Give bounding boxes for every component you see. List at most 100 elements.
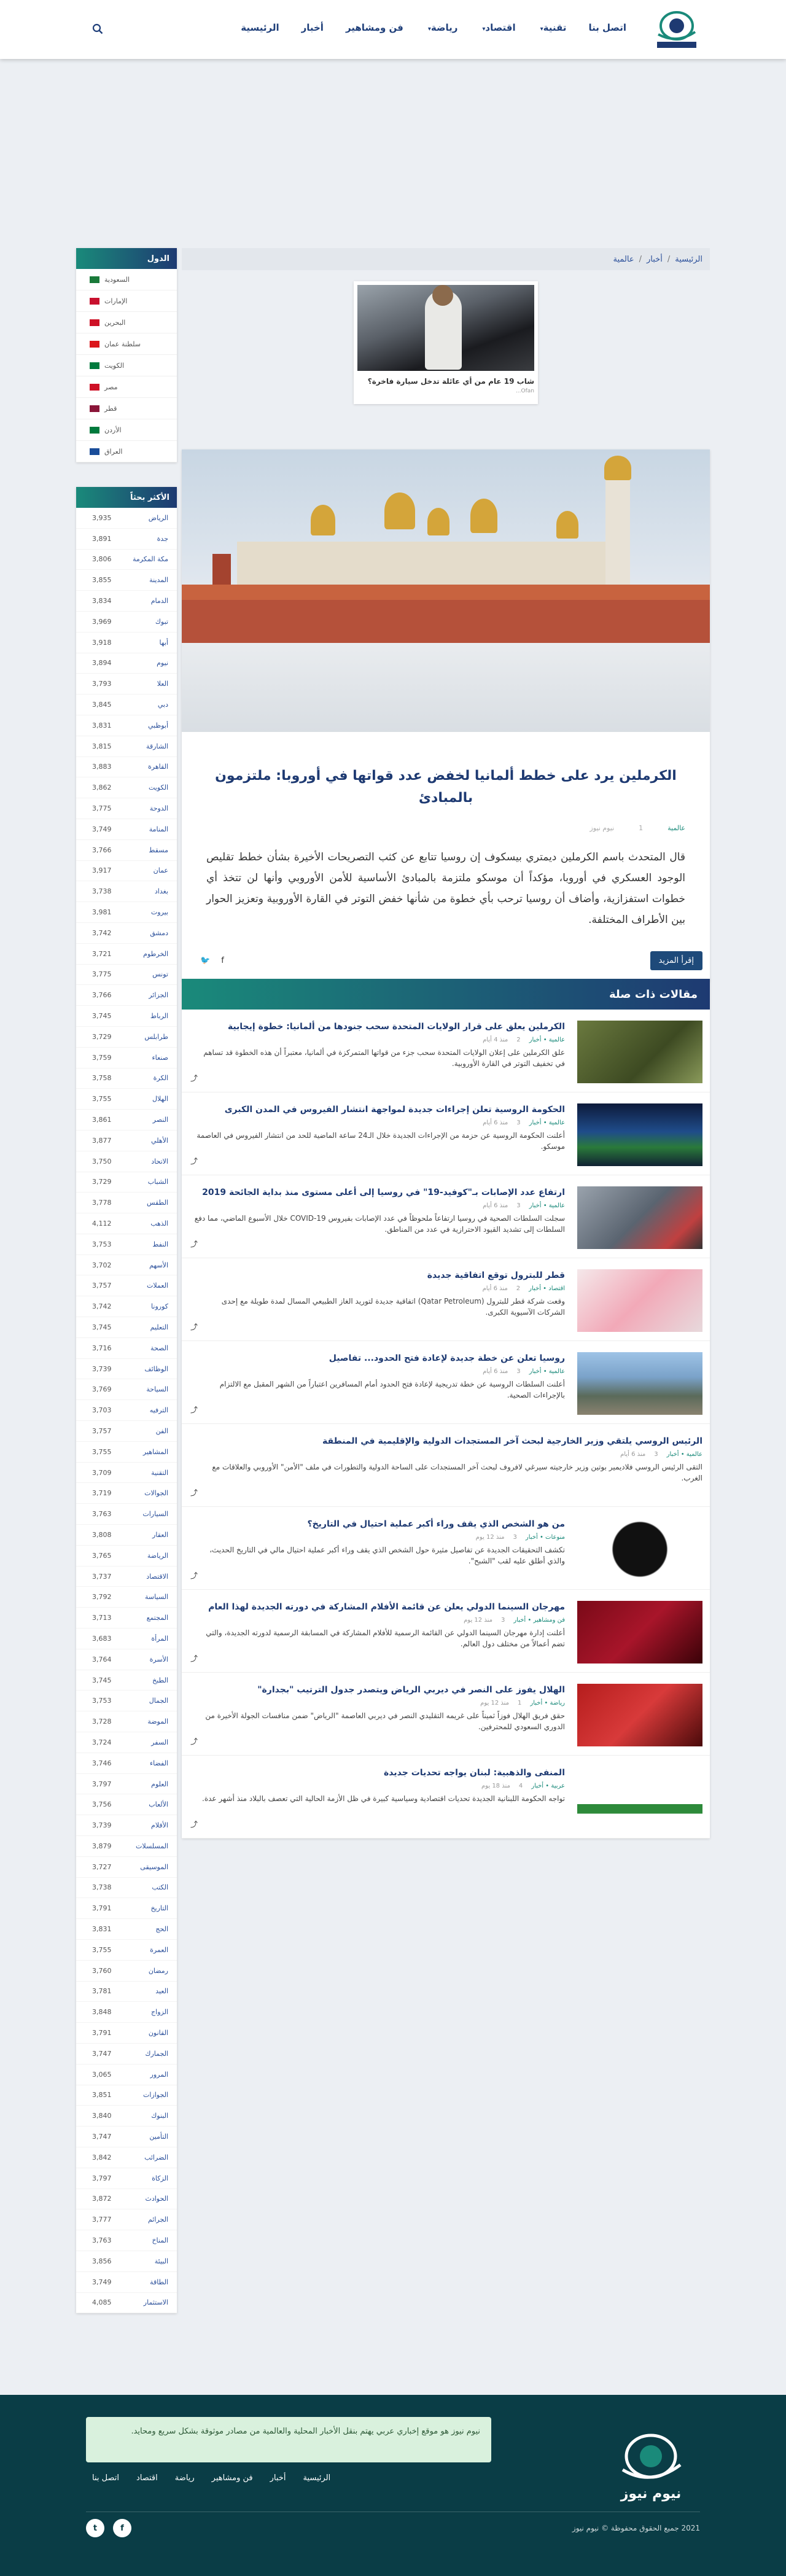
country-item[interactable]: الإمارات: [76, 290, 177, 312]
share-icon[interactable]: ⤴: [190, 1073, 198, 1083]
facebook-icon[interactable]: f: [221, 956, 224, 965]
article-category[interactable]: عالمية: [667, 824, 685, 832]
footer-link[interactable]: الرئيسية: [303, 2473, 330, 2483]
country-item[interactable]: سلطنة عمان: [76, 333, 177, 355]
tag-item[interactable]: الزكاة 3,797: [76, 2168, 177, 2189]
tag-item[interactable]: تونس 3,775: [76, 965, 177, 986]
related-thumbnail[interactable]: [577, 1103, 702, 1166]
related-article[interactable]: قطر للبترول توقع اتفاقية جديدة اقتصاد • أ…: [182, 1258, 710, 1341]
tag-item[interactable]: بيروت 3,981: [76, 902, 177, 923]
footer-link[interactable]: اقتصاد: [136, 2473, 158, 2483]
related-article[interactable]: روسيا تعلن عن خطة جديدة لإعادة فتح الحدو…: [182, 1341, 710, 1424]
tag-item[interactable]: الرياضة 3,765: [76, 1546, 177, 1566]
tag-item[interactable]: الجزائر 3,766: [76, 985, 177, 1006]
related-article[interactable]: المنفى والذهبية: لبنان يواجه تحديات جديد…: [182, 1756, 710, 1839]
tag-item[interactable]: العقار 3,808: [76, 1525, 177, 1546]
tag-item[interactable]: الطبخ 3,745: [76, 1670, 177, 1691]
search-icon[interactable]: [92, 23, 103, 34]
tag-item[interactable]: الجوالات 3,719: [76, 1483, 177, 1504]
country-item[interactable]: مصر: [76, 376, 177, 398]
tag-item[interactable]: المجتمع 3,713: [76, 1608, 177, 1629]
tag-item[interactable]: بغداد 3,738: [76, 881, 177, 903]
related-title-link[interactable]: ارتفاع عدد الإصابات بـ"كوفيد-19" في روسي…: [194, 1186, 565, 1199]
tag-item[interactable]: المشاهير 3,755: [76, 1442, 177, 1463]
tag-item[interactable]: الفن 3,757: [76, 1421, 177, 1442]
related-article[interactable]: الهلال يفوز على النصر في ديربي الرياض وي…: [182, 1673, 710, 1756]
read-more-button[interactable]: إقرأ المزيد: [650, 951, 702, 970]
tag-item[interactable]: السياسة 3,792: [76, 1587, 177, 1608]
tag-item[interactable]: الرباط 3,745: [76, 1006, 177, 1027]
tag-item[interactable]: الأهلي 3,877: [76, 1130, 177, 1151]
tag-item[interactable]: المنامة 3,749: [76, 819, 177, 840]
tag-item[interactable]: السيارات 3,763: [76, 1504, 177, 1525]
tag-item[interactable]: الكرة 3,758: [76, 1068, 177, 1089]
country-item[interactable]: الأردن: [76, 419, 177, 441]
tag-item[interactable]: البيئة 3,856: [76, 2251, 177, 2272]
tag-item[interactable]: الكتب 3,738: [76, 1878, 177, 1899]
related-thumbnail[interactable]: [577, 1021, 702, 1083]
breadcrumb-item[interactable]: عالمية: [613, 255, 634, 264]
tag-item[interactable]: القاهرة 3,883: [76, 757, 177, 778]
tag-item[interactable]: أبها 3,918: [76, 632, 177, 653]
tag-item[interactable]: الألعاب 3,756: [76, 1794, 177, 1816]
related-title-link[interactable]: مهرجان السينما الدولي يعلن عن قائمة الأف…: [194, 1601, 565, 1613]
nav-item[interactable]: الرئيسية: [241, 22, 279, 33]
tag-item[interactable]: العمرة 3,755: [76, 1940, 177, 1961]
tag-item[interactable]: الشباب 3,729: [76, 1172, 177, 1193]
tag-item[interactable]: التاريخ 3,791: [76, 1898, 177, 1920]
share-icon[interactable]: ⤴: [190, 1736, 198, 1746]
tag-item[interactable]: التقنية 3,709: [76, 1463, 177, 1484]
twitter-icon[interactable]: t: [86, 2519, 104, 2537]
tag-item[interactable]: السياحة 3,769: [76, 1379, 177, 1401]
related-category[interactable]: عالمية • أخبار: [529, 1037, 565, 1043]
tag-item[interactable]: النصر 3,861: [76, 1110, 177, 1130]
share-icon[interactable]: ⤴: [190, 1819, 198, 1829]
share-icon[interactable]: ⤴: [190, 1487, 198, 1498]
nav-item[interactable]: فن ومشاهير: [346, 22, 403, 33]
tag-item[interactable]: أبوظبي 3,831: [76, 715, 177, 736]
footer-link[interactable]: فن ومشاهير: [212, 2473, 253, 2483]
nav-item[interactable]: أخبار: [302, 22, 324, 33]
related-title-link[interactable]: روسيا تعلن عن خطة جديدة لإعادة فتح الحدو…: [194, 1352, 565, 1364]
related-category[interactable]: عالمية • أخبار: [667, 1451, 702, 1458]
tag-item[interactable]: الحج 3,831: [76, 1919, 177, 1940]
tag-item[interactable]: المرأة 3,683: [76, 1628, 177, 1649]
share-icon[interactable]: ⤴: [190, 1570, 198, 1581]
related-thumbnail[interactable]: [577, 1767, 702, 1829]
tag-item[interactable]: الوظائف 3,739: [76, 1359, 177, 1380]
tag-item[interactable]: المدينة 3,855: [76, 570, 177, 591]
tag-item[interactable]: الجمارك 3,747: [76, 2044, 177, 2064]
tag-item[interactable]: السفر 3,724: [76, 1732, 177, 1753]
nav-item[interactable]: رياضة▾: [426, 22, 458, 33]
related-title-link[interactable]: الحكومة الروسية تعلن إجراءات جديدة لمواج…: [194, 1103, 565, 1116]
tag-item[interactable]: الضرائب 3,842: [76, 2147, 177, 2168]
related-title-link[interactable]: الرئيس الروسي يلتقي وزير الخارجية لبحث آ…: [194, 1435, 702, 1447]
share-icon[interactable]: ⤴: [190, 1653, 198, 1664]
tag-item[interactable]: دمشق 3,742: [76, 923, 177, 944]
footer-link[interactable]: اتصل بنا: [92, 2473, 119, 2483]
footer-link[interactable]: أخبار: [270, 2473, 286, 2483]
tag-item[interactable]: الجمال 3,753: [76, 1691, 177, 1712]
tag-item[interactable]: العلا 3,793: [76, 674, 177, 695]
tag-item[interactable]: التعليم 3,745: [76, 1317, 177, 1338]
tag-item[interactable]: النفط 3,753: [76, 1234, 177, 1255]
tag-item[interactable]: الصحة 3,716: [76, 1338, 177, 1359]
tag-item[interactable]: الزواج 3,848: [76, 2002, 177, 2023]
tag-item[interactable]: الاتحاد 3,750: [76, 1151, 177, 1172]
tag-item[interactable]: المسلسلات 3,879: [76, 1836, 177, 1857]
tag-item[interactable]: الاقتصاد 3,737: [76, 1566, 177, 1587]
related-thumbnail[interactable]: [577, 1518, 702, 1581]
related-category[interactable]: عالمية • أخبار: [529, 1202, 565, 1209]
tag-item[interactable]: الجوازات 3,851: [76, 2085, 177, 2106]
site-logo[interactable]: [646, 7, 707, 52]
related-title-link[interactable]: الكرملين يعلق على قرار الولايات المتحدة …: [194, 1021, 565, 1033]
nav-item[interactable]: تقنية▾: [538, 22, 567, 33]
tag-item[interactable]: العملات 3,757: [76, 1275, 177, 1297]
mini-card-title[interactable]: شاب 19 عام من أي عائلة تدخل سيارة فاخرة؟: [357, 376, 534, 387]
tag-item[interactable]: العلوم 3,797: [76, 1774, 177, 1795]
related-category[interactable]: رياضة • أخبار: [530, 1700, 565, 1706]
tag-item[interactable]: صنعاء 3,759: [76, 1048, 177, 1068]
tag-item[interactable]: رمضان 3,760: [76, 1961, 177, 1982]
related-thumbnail[interactable]: [577, 1601, 702, 1664]
tag-item[interactable]: الدوحة 3,775: [76, 798, 177, 819]
